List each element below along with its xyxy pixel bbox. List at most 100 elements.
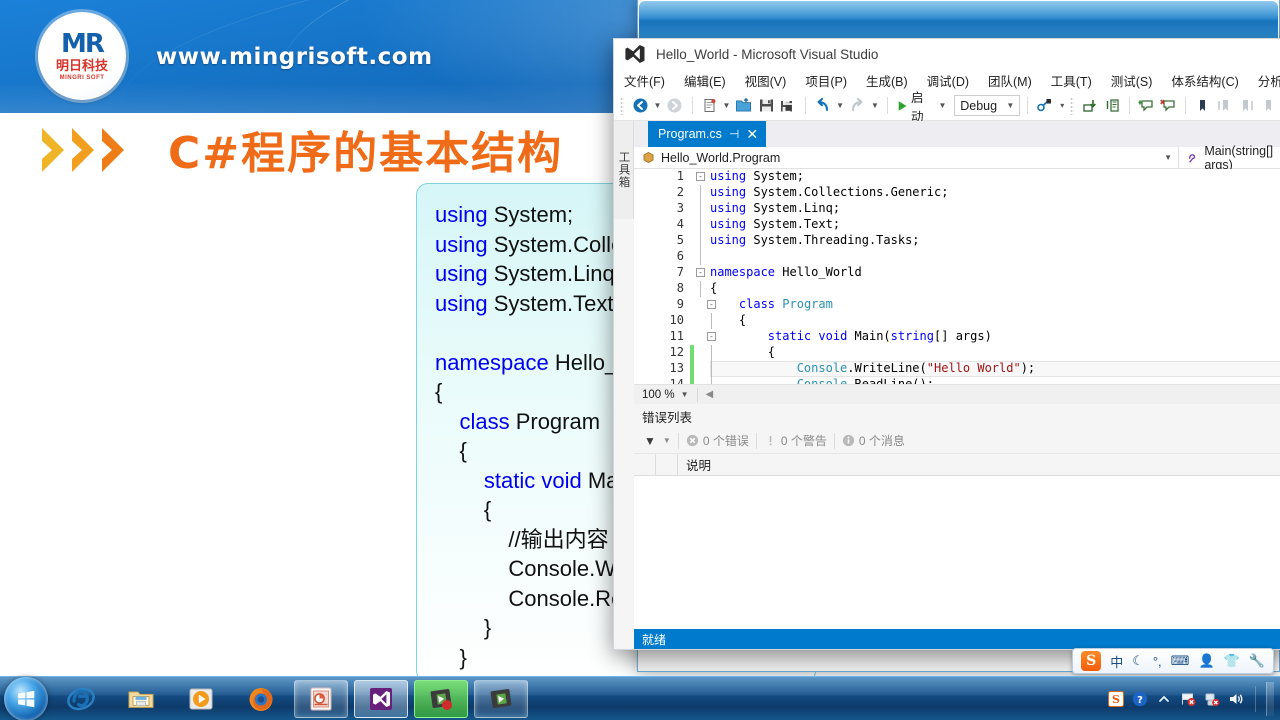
chevron-down-icon[interactable]: ▼ xyxy=(1164,153,1172,162)
code-line[interactable]: 4 using System.Text; xyxy=(634,217,1280,233)
menu-item-2[interactable]: 视图(V) xyxy=(745,71,787,90)
editor-lines-container: 1- using System; 2 using System.Collections… xyxy=(634,169,1280,384)
toolbar-grip-2[interactable] xyxy=(1070,96,1075,115)
menu-item-7[interactable]: 工具(T) xyxy=(1051,71,1092,90)
code-line[interactable]: 8{ xyxy=(634,281,1280,297)
sogou-ime-bar[interactable]: S 中 ☾ °, ⌨ 👤 👕 🔧 xyxy=(1072,648,1274,674)
action-center-icon[interactable] xyxy=(1179,690,1197,708)
undo-dropdown-icon[interactable]: ▼ xyxy=(835,95,845,117)
undo-icon[interactable] xyxy=(813,95,832,117)
message-count-badge[interactable]: 0 个消息 xyxy=(842,432,905,449)
taskbar-item-windows-explorer[interactable] xyxy=(114,680,168,718)
fold-toggle-icon[interactable]: - xyxy=(696,268,705,277)
navbar-type-dropdown[interactable]: Hello_World.Program ▼ xyxy=(634,147,1179,168)
new-item-icon[interactable] xyxy=(699,95,718,117)
taskbar-item-powerpoint[interactable] xyxy=(294,679,348,718)
document-tab-program-cs[interactable]: Program.cs ⊣ ✕ xyxy=(648,121,767,147)
code-line[interactable]: 2 using System.Collections.Generic; xyxy=(634,185,1280,201)
taskbar-item-visual-studio[interactable] xyxy=(354,679,408,718)
code-line[interactable]: 13 Console.WriteLine("Hello World"); xyxy=(634,361,1280,377)
navigate-back-icon[interactable] xyxy=(630,95,649,117)
menu-item-10[interactable]: 分析(N) xyxy=(1258,71,1280,90)
taskbar-item-internet-explorer[interactable] xyxy=(54,680,108,718)
ime-user-icon[interactable]: 👤 xyxy=(1198,653,1214,669)
toolbar-separator-4 xyxy=(1027,97,1029,114)
taskbar-item-screen-capture[interactable] xyxy=(474,679,528,718)
ime-punctuation-icon[interactable]: °, xyxy=(1153,654,1162,669)
code-line-text: class Program xyxy=(738,297,833,311)
code-line[interactable]: 11- static void Main(string[] args) xyxy=(634,329,1280,345)
filter-icon[interactable]: ▼ xyxy=(644,434,656,448)
open-file-icon[interactable] xyxy=(734,95,753,117)
code-line[interactable]: 6 xyxy=(634,249,1280,265)
vs-main-body: Program.cs ⊣ ✕ Hello_World.Program ▼ Mai… xyxy=(634,121,1280,649)
help-icon[interactable]: ? xyxy=(1131,690,1149,708)
zoom-dropdown-icon[interactable]: ▼ xyxy=(681,390,689,399)
code-line[interactable]: 7 - namespace Hello_World xyxy=(634,265,1280,281)
zoom-level-value[interactable]: 100 % xyxy=(634,389,675,401)
code-line-text: using System; xyxy=(710,169,804,183)
fold-toggle-icon[interactable]: - xyxy=(696,172,705,181)
save-icon[interactable] xyxy=(757,95,776,117)
sogou-tray-icon[interactable]: S xyxy=(1107,690,1125,708)
menu-item-3[interactable]: 项目(P) xyxy=(805,71,847,90)
menu-item-1[interactable]: 编辑(E) xyxy=(684,71,726,90)
close-tab-icon[interactable]: ✕ xyxy=(746,127,758,141)
step-over-icon[interactable] xyxy=(1103,95,1122,117)
menu-item-9[interactable]: 体系结构(C) xyxy=(1171,71,1238,90)
menu-item-6[interactable]: 团队(M) xyxy=(988,71,1032,90)
pin-tab-icon[interactable]: ⊣ xyxy=(729,127,739,141)
code-line[interactable]: 12 { xyxy=(634,345,1280,361)
taskbar-item-firefox[interactable] xyxy=(234,680,288,718)
attach-to-process-icon[interactable] xyxy=(1035,95,1054,117)
ime-skin-icon[interactable]: 👕 xyxy=(1224,653,1240,669)
new-item-dropdown-icon[interactable]: ▼ xyxy=(722,95,732,117)
horizontal-scroll-left-icon[interactable]: ◀ xyxy=(706,389,714,400)
toolbox-panel-tab[interactable]: 工具箱 xyxy=(614,121,634,219)
attach-dropdown-icon[interactable]: ▾ xyxy=(1057,95,1067,117)
vs-titlebar[interactable]: Hello_World - Microsoft Visual Studio xyxy=(614,39,1280,69)
toolbar-grip[interactable] xyxy=(620,96,625,115)
network-icon[interactable] xyxy=(1203,690,1221,708)
ime-soft-keyboard-icon[interactable]: ⌨ xyxy=(1171,653,1190,669)
start-button[interactable] xyxy=(4,676,48,720)
start-debug-button[interactable]: 启动 xyxy=(895,87,935,125)
code-line[interactable]: 10 { xyxy=(634,313,1280,329)
error-list-col-description[interactable]: 说明 xyxy=(678,455,711,474)
save-all-icon[interactable] xyxy=(779,95,798,117)
bookmark-icon[interactable] xyxy=(1193,95,1212,117)
code-line[interactable]: 3 using System.Linq; xyxy=(634,201,1280,217)
menu-item-8[interactable]: 测试(S) xyxy=(1111,71,1153,90)
code-line[interactable]: 14 Console.ReadLine(); xyxy=(634,377,1280,384)
error-list-title-bar[interactable]: 错误列表 xyxy=(634,404,1280,428)
error-list-rows[interactable] xyxy=(634,476,1280,629)
show-hidden-icons-icon[interactable] xyxy=(1155,690,1173,708)
add-comment-icon[interactable] xyxy=(1137,95,1156,117)
ime-toolbox-icon[interactable]: 🔧 xyxy=(1249,653,1265,669)
remove-comment-icon[interactable] xyxy=(1159,95,1178,117)
code-line[interactable]: 9- class Program xyxy=(634,297,1280,313)
solution-configuration-select[interactable]: Debug ▼ xyxy=(954,95,1021,116)
redo-icon xyxy=(848,95,867,117)
code-line[interactable]: 5 using System.Threading.Tasks; xyxy=(634,233,1280,249)
code-editor[interactable]: 1- using System; 2 using System.Collections… xyxy=(634,169,1280,384)
ime-mode-chinese-icon[interactable]: 中 xyxy=(1110,652,1123,671)
powerpoint-titlebar[interactable] xyxy=(638,0,1279,38)
navbar-member-dropdown[interactable]: Main(string[] args) xyxy=(1179,144,1280,172)
show-desktop-button[interactable] xyxy=(1266,681,1274,716)
error-count-badge[interactable]: 0 个错误 xyxy=(686,432,749,449)
sogou-logo-icon[interactable]: S xyxy=(1081,651,1102,671)
code-line[interactable]: 1 - using System; xyxy=(634,169,1280,185)
step-into-icon[interactable] xyxy=(1080,95,1099,117)
ime-moon-icon[interactable]: ☾ xyxy=(1132,653,1144,669)
navigate-back-dropdown-icon[interactable]: ▼ xyxy=(653,95,663,117)
menu-item-0[interactable]: 文件(F) xyxy=(624,71,665,90)
volume-icon[interactable] xyxy=(1227,690,1245,708)
slide-code-text: System.Linq; xyxy=(487,261,621,286)
start-debug-dropdown-icon[interactable]: ▼ xyxy=(938,95,948,117)
filter-dropdown-icon[interactable]: ▼ xyxy=(663,436,671,445)
taskbar-item-screen-recorder[interactable] xyxy=(414,679,468,718)
taskbar-item-windows-media-player[interactable] xyxy=(174,680,228,718)
tray-separator xyxy=(1255,685,1256,712)
warning-count-badge[interactable]: 0 个警告 xyxy=(764,432,827,449)
